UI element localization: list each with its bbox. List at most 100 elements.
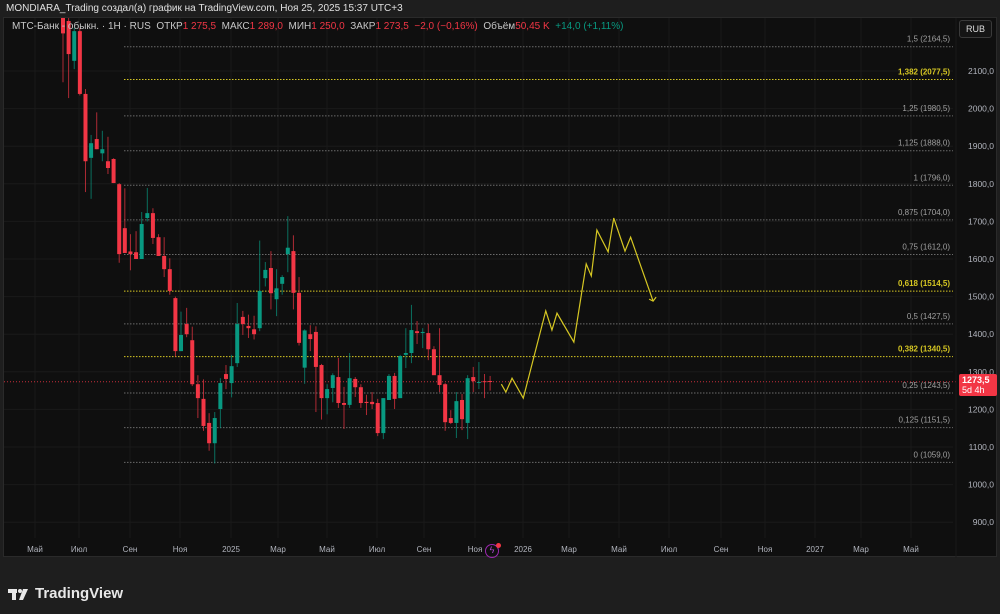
time-tick-label: Ноя — [468, 545, 483, 554]
price-tick-label: 1100,0 — [969, 442, 995, 452]
price-tick-label: 1400,0 — [968, 329, 994, 339]
candle — [386, 374, 391, 400]
symbol-name[interactable]: МТС-Банк - обыкн. — [12, 21, 99, 32]
candle-body — [246, 325, 251, 329]
candle-body — [201, 398, 206, 426]
candle-body — [313, 331, 318, 367]
time-tick-label: Ноя — [758, 545, 773, 554]
candle — [353, 377, 358, 397]
price-tick-label: 1200,0 — [968, 404, 994, 414]
candle — [460, 393, 465, 431]
candle-body — [370, 401, 375, 405]
candle-body — [426, 333, 431, 350]
time-tick-label: Июл — [71, 545, 88, 554]
fib-level-label: 1,125 (1888,0) — [898, 139, 950, 148]
candle-body — [134, 252, 139, 259]
time-tick-label: Июл — [661, 545, 678, 554]
candle — [437, 328, 442, 393]
candle-body — [398, 356, 403, 399]
candle-body — [77, 31, 82, 94]
candle — [105, 136, 110, 175]
candle — [139, 212, 144, 259]
high-value: 1 289,0 — [249, 21, 283, 32]
candle — [313, 326, 318, 413]
candle — [235, 302, 240, 367]
candle — [212, 412, 217, 464]
candle-body — [403, 353, 408, 355]
time-tick-label: Мар — [853, 545, 869, 554]
candle — [72, 27, 77, 70]
candle-body — [420, 331, 425, 334]
time-tick-label: Мар — [561, 545, 577, 554]
low-value: 1 250,0 — [311, 21, 345, 32]
candle-body — [285, 247, 290, 255]
candle — [347, 353, 352, 408]
candle — [162, 237, 167, 278]
candle-body — [167, 269, 172, 291]
candle — [218, 378, 223, 429]
candle-body — [173, 298, 178, 352]
candle — [330, 373, 335, 403]
candle — [83, 89, 88, 193]
candle — [476, 362, 481, 390]
currency-button[interactable]: RUB — [958, 20, 992, 38]
time-tick-label: Сен — [714, 545, 729, 554]
candle-body — [476, 381, 481, 383]
candle — [370, 392, 375, 410]
interval[interactable]: 1H — [108, 21, 121, 32]
candle — [358, 384, 363, 408]
candle-body — [263, 269, 268, 279]
candle — [409, 304, 414, 364]
chart-area[interactable]: Май Июл Сен Ноя 2025 Мар Май Июл Сен Ноя 2026 Мар Ма… — [3, 17, 998, 558]
fib-level-label: 0 (1059,0) — [914, 450, 951, 459]
candle-body — [364, 401, 369, 404]
candle — [117, 183, 122, 263]
candle — [302, 329, 307, 384]
tradingview-logo[interactable]: TradingView — [8, 585, 123, 602]
candle-body — [415, 331, 420, 334]
fib-level-label: 0,5 (1427,5) — [907, 312, 950, 321]
fib-level-label: 1,5 (2164,5) — [907, 35, 950, 44]
price-tick-label: 1900,0 — [968, 141, 994, 151]
candle — [319, 363, 324, 420]
price-tick-label: 1000,0 — [968, 480, 994, 490]
candle-body — [460, 400, 465, 420]
candle — [426, 324, 431, 361]
candle — [150, 208, 155, 244]
candle — [252, 315, 257, 340]
candle — [431, 346, 436, 376]
candle-body — [330, 375, 335, 388]
price-chart[interactable]: Май Июл Сен Ноя 2025 Мар Май Июл Сен Ноя 2026 Мар Ма… — [4, 18, 998, 558]
tradingview-logo-icon — [8, 588, 28, 600]
candle-body — [150, 213, 155, 238]
candle-body — [139, 224, 144, 259]
candle — [223, 365, 228, 390]
candle-body — [319, 365, 324, 399]
lightning-icon[interactable]: ϟ — [485, 543, 501, 558]
candle — [454, 392, 459, 438]
price-tick-label: 2100,0 — [968, 66, 994, 76]
candle-body — [358, 387, 363, 404]
brand-name: TradingView — [35, 585, 124, 602]
open-label: ОТКР — [156, 21, 183, 32]
candle — [280, 275, 285, 295]
candle-body — [252, 329, 257, 335]
candle-body — [94, 139, 99, 150]
time-tick-label: Мар — [270, 545, 286, 554]
fib-level-label: 0,875 (1704,0) — [898, 208, 950, 217]
candle — [77, 27, 82, 96]
candle — [342, 386, 346, 429]
candle — [190, 326, 195, 387]
candle-body — [162, 255, 167, 270]
candle-body — [291, 251, 296, 293]
time-tick-label: Май — [27, 545, 43, 554]
time-tick-label: Ноя — [173, 545, 188, 554]
candle-body — [465, 378, 470, 423]
candle-body — [105, 161, 110, 169]
candle-body — [392, 375, 397, 399]
time-tick-label: Май — [319, 545, 335, 554]
candle-body — [375, 403, 380, 434]
candle — [398, 354, 403, 399]
candle — [145, 187, 150, 222]
candle-body — [437, 375, 442, 385]
